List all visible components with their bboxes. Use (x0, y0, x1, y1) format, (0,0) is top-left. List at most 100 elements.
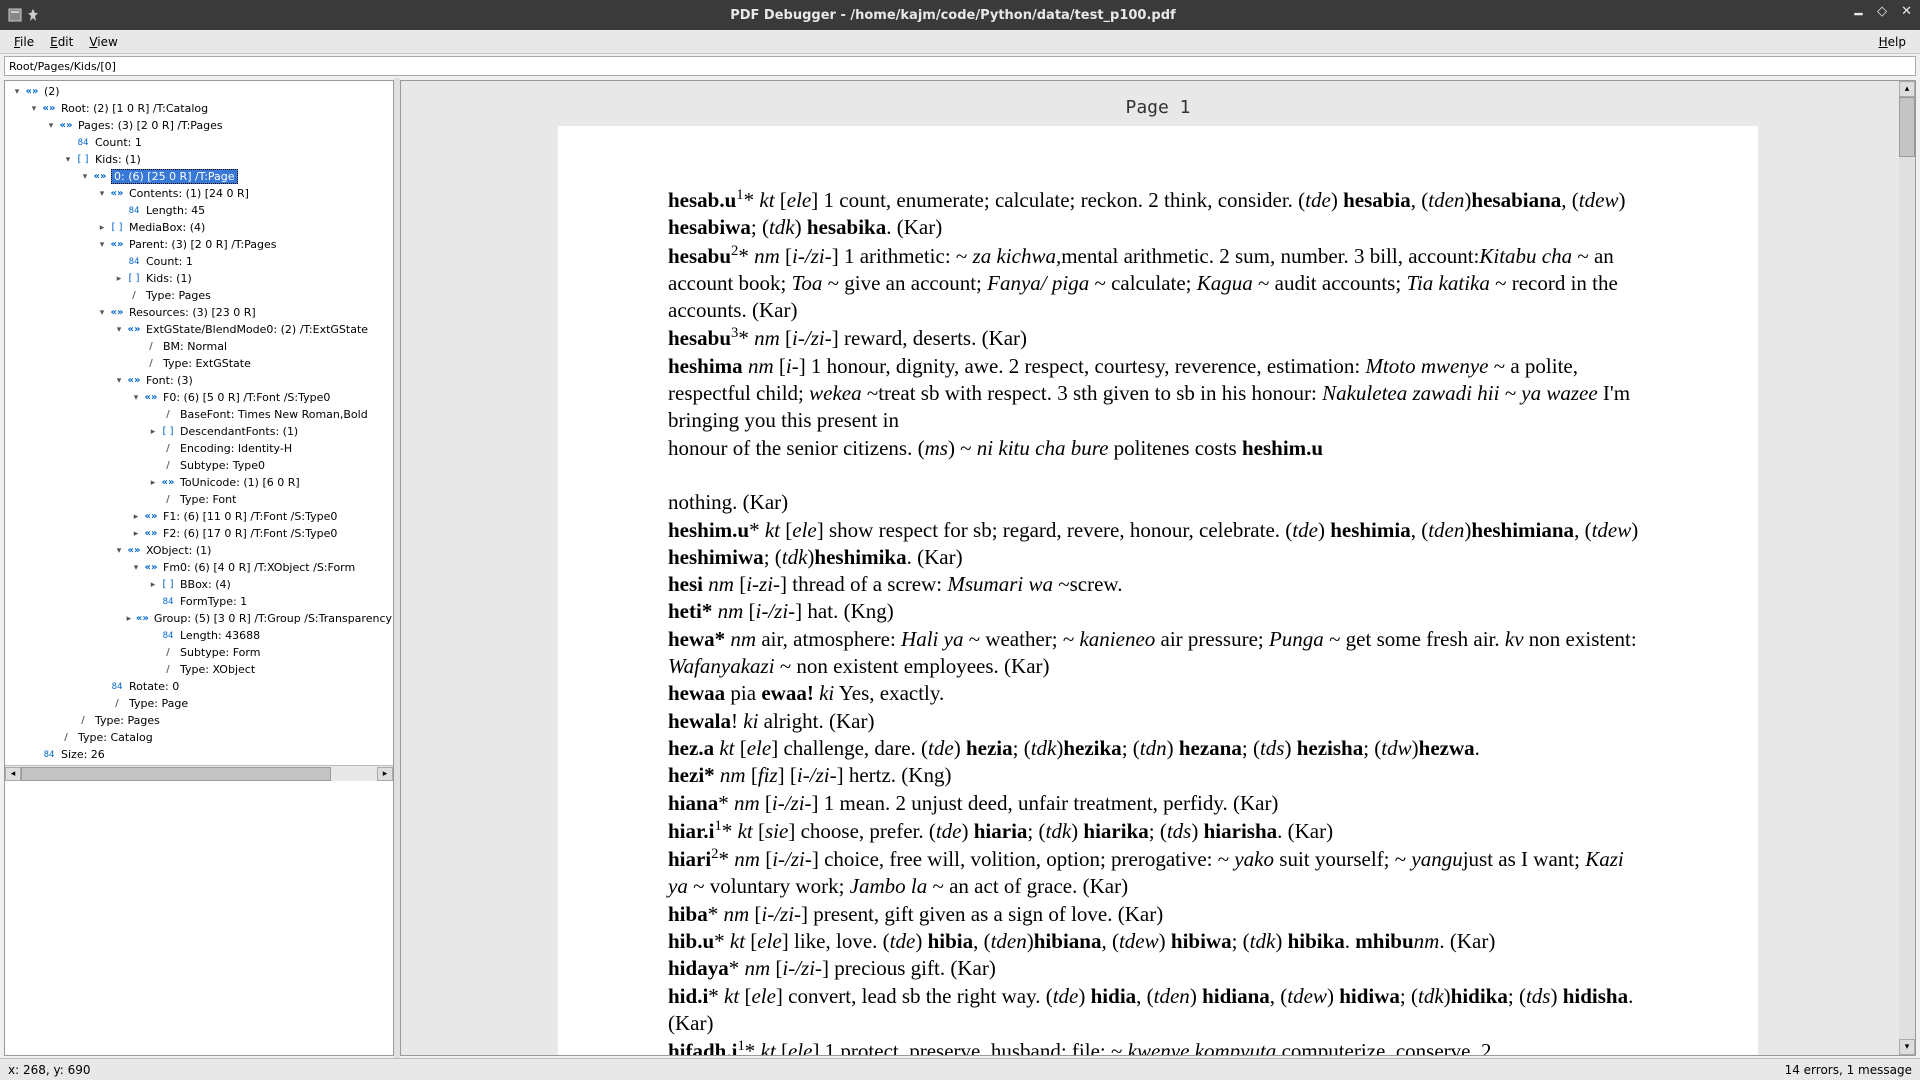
collapse-icon[interactable] (96, 307, 108, 319)
dict-icon (127, 545, 141, 557)
collapse-icon[interactable] (96, 188, 108, 200)
expand-icon[interactable] (147, 426, 159, 438)
expand-icon[interactable] (130, 511, 142, 523)
tree-row[interactable]: FormType: 1 (5, 593, 393, 610)
tree-row[interactable]: Subtype: Form (5, 644, 393, 661)
tree-row[interactable]: BBox: (4) (5, 576, 393, 593)
tree-row[interactable]: Root: (2) [1 0 R] /T:Catalog (5, 100, 393, 117)
dict-icon (136, 613, 149, 625)
num-icon (127, 205, 141, 217)
tree-row[interactable]: BaseFont: Times New Roman,Bold (5, 406, 393, 423)
tree-row[interactable]: Font: (3) (5, 372, 393, 389)
expand-icon[interactable] (130, 528, 142, 540)
tree-row[interactable]: Type: Pages (5, 712, 393, 729)
pin-icon[interactable] (26, 8, 40, 22)
collapse-icon[interactable] (113, 375, 125, 387)
vscroll-thumb[interactable] (1899, 97, 1915, 157)
tree-node-label: BaseFont: Times New Roman,Bold (179, 408, 369, 421)
tree-row[interactable]: BM: Normal (5, 338, 393, 355)
tree-row[interactable]: (2) (5, 83, 393, 100)
scroll-down-icon[interactable]: ▾ (1899, 1039, 1915, 1055)
tree-node-label: BM: Normal (162, 340, 228, 353)
expand-icon[interactable] (113, 273, 125, 285)
tree-hscrollbar[interactable]: ◂ ▸ (5, 765, 393, 781)
expand-icon[interactable] (96, 222, 108, 234)
tree-row[interactable]: Size: 26 (5, 746, 393, 763)
tree-row[interactable]: Group: (5) [3 0 R] /T:Group /S:Transpare… (5, 610, 393, 627)
tree-row[interactable]: ExtGState/BlendMode0: (2) /T:ExtGState (5, 321, 393, 338)
tree-row[interactable]: Count: 1 (5, 253, 393, 270)
dict-icon (127, 375, 141, 387)
collapse-icon[interactable] (62, 154, 74, 166)
tree-node-label: F1: (6) [11 0 R] /T:Font /S:Type0 (162, 510, 338, 523)
hscroll-thumb[interactable] (21, 767, 331, 781)
tree-row[interactable]: Type: Catalog (5, 729, 393, 746)
num-icon (110, 681, 124, 693)
tree-row[interactable]: Type: XObject (5, 661, 393, 678)
tree-row[interactable]: Type: ExtGState (5, 355, 393, 372)
tree-node-label: Group: (5) [3 0 R] /T:Group /S:Transpare… (153, 612, 393, 625)
dict-icon (144, 392, 158, 404)
tree-row[interactable]: Length: 43688 (5, 627, 393, 644)
collapse-icon[interactable] (130, 562, 142, 574)
leaf-icon (147, 460, 159, 472)
tree-row[interactable]: Type: Font (5, 491, 393, 508)
tree-row[interactable]: Parent: (3) [2 0 R] /T:Pages (5, 236, 393, 253)
tree-row[interactable]: Kids: (1) (5, 151, 393, 168)
tree-row[interactable]: Count: 1 (5, 134, 393, 151)
maximize-icon[interactable]: ◇ (1877, 4, 1887, 26)
object-tree[interactable]: (2) Root: (2) [1 0 R] /T:Catalog Pages: (3… (5, 81, 393, 765)
tree-row[interactable]: Encoding: Identity-H (5, 440, 393, 457)
content-vscrollbar[interactable]: ▴ ▾ (1899, 81, 1915, 1055)
collapse-icon[interactable] (79, 171, 91, 183)
dict-icon (144, 511, 158, 523)
tree-row[interactable]: Kids: (1) (5, 270, 393, 287)
tree-node-label: Type: Font (179, 493, 237, 506)
close-icon[interactable]: ✕ (1901, 4, 1912, 26)
tree-row[interactable]: Rotate: 0 (5, 678, 393, 695)
tree-row[interactable]: MediaBox: (4) (5, 219, 393, 236)
tree-node-label: Font: (3) (145, 374, 194, 387)
dict-icon (42, 103, 56, 115)
content-panel[interactable]: Page 1 hesab.u1* kt [ele] 1 count, enume… (400, 80, 1916, 1056)
path-input[interactable] (9, 60, 1911, 73)
tree-row[interactable]: Contents: (1) [24 0 R] (5, 185, 393, 202)
tree-row[interactable]: DescendantFonts: (1) (5, 423, 393, 440)
collapse-icon[interactable] (45, 120, 57, 132)
tree-row[interactable]: Type: Pages (5, 287, 393, 304)
tree-row[interactable]: Length: 45 (5, 202, 393, 219)
tree-row[interactable]: Resources: (3) [23 0 R] (5, 304, 393, 321)
expand-icon[interactable] (147, 477, 159, 489)
collapse-icon[interactable] (96, 239, 108, 251)
menu-edit[interactable]: Edit (42, 35, 81, 49)
tree-panel[interactable]: (2) Root: (2) [1 0 R] /T:Catalog Pages: (3… (4, 80, 394, 1056)
collapse-icon[interactable] (130, 392, 142, 404)
hscroll-track[interactable] (21, 767, 377, 781)
collapse-icon[interactable] (113, 545, 125, 557)
vscroll-track[interactable] (1899, 97, 1915, 1039)
tree-row[interactable]: Fm0: (6) [4 0 R] /T:XObject /S:Form (5, 559, 393, 576)
collapse-icon[interactable] (113, 324, 125, 336)
expand-icon[interactable] (147, 579, 159, 591)
menu-file[interactable]: File (6, 35, 42, 49)
tree-row[interactable]: F0: (6) [5 0 R] /T:Font /S:Type0 (5, 389, 393, 406)
collapse-icon[interactable] (28, 103, 40, 115)
tree-row[interactable]: Subtype: Type0 (5, 457, 393, 474)
menu-help[interactable]: Help (1871, 35, 1914, 49)
tree-node-label: Root: (2) [1 0 R] /T:Catalog (60, 102, 209, 115)
tree-node-label: Contents: (1) [24 0 R] (128, 187, 250, 200)
collapse-icon[interactable] (11, 86, 23, 98)
tree-row[interactable]: 0: (6) [25 0 R] /T:Page (5, 168, 393, 185)
expand-icon[interactable] (124, 613, 134, 625)
tree-row[interactable]: F2: (6) [17 0 R] /T:Font /S:Type0 (5, 525, 393, 542)
scroll-right-icon[interactable]: ▸ (377, 767, 393, 781)
tree-row[interactable]: XObject: (1) (5, 542, 393, 559)
menu-view[interactable]: View (81, 35, 125, 49)
tree-row[interactable]: Type: Page (5, 695, 393, 712)
tree-row[interactable]: F1: (6) [11 0 R] /T:Font /S:Type0 (5, 508, 393, 525)
scroll-up-icon[interactable]: ▴ (1899, 81, 1915, 97)
minimize-icon[interactable]: 🗕 (1854, 4, 1863, 26)
scroll-left-icon[interactable]: ◂ (5, 767, 21, 781)
tree-row[interactable]: ToUnicode: (1) [6 0 R] (5, 474, 393, 491)
tree-row[interactable]: Pages: (3) [2 0 R] /T:Pages (5, 117, 393, 134)
